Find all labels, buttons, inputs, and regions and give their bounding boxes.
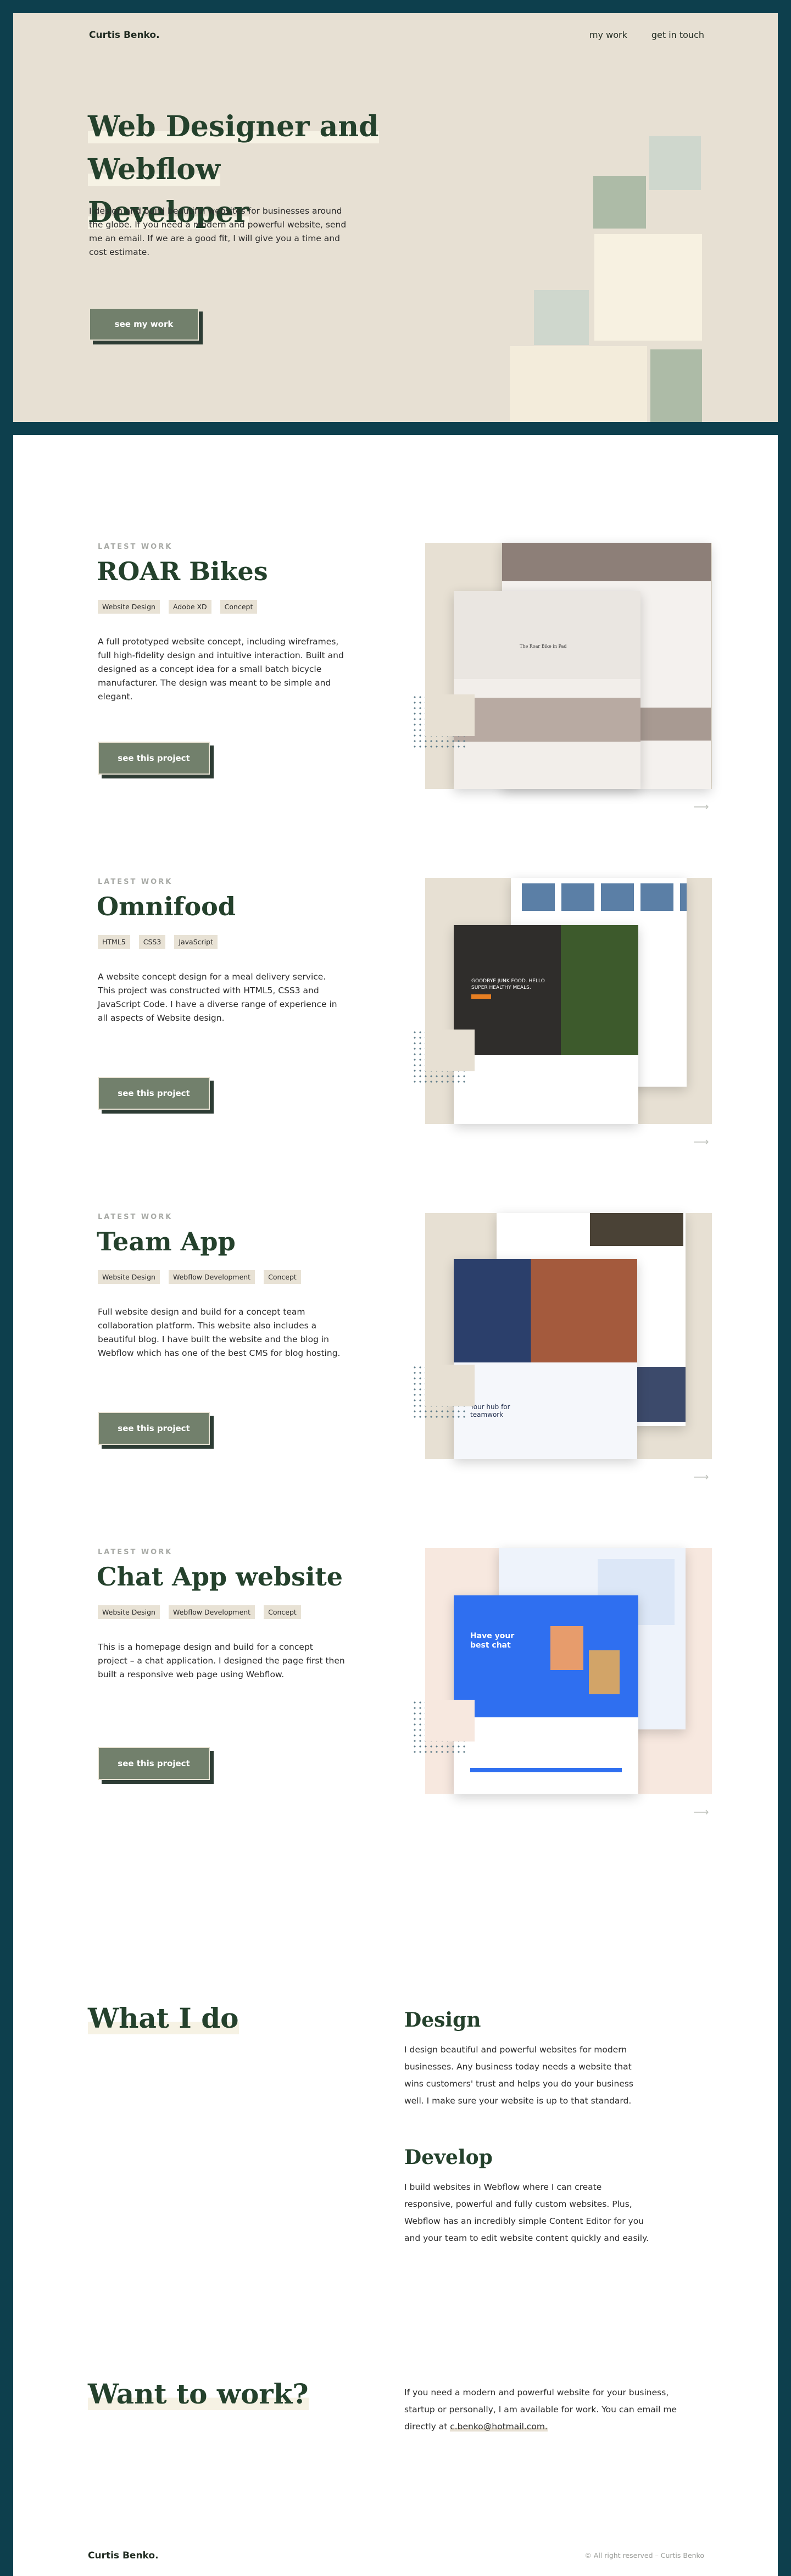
project-tags: Website Design Webflow Development Conce… (98, 1605, 301, 1619)
mockup-front-hero (454, 1259, 637, 1362)
nav-logo[interactable]: Curtis Benko. (89, 30, 160, 41)
dot-pattern-mask (425, 1700, 475, 1742)
hero-description: I design and build beautiful websites fo… (89, 206, 347, 257)
mockup-front: Your hub for teamwork (454, 1259, 637, 1459)
design-text: I design beautiful and powerful websites… (404, 2045, 634, 2106)
see-my-work-button[interactable]: see my work (89, 308, 199, 341)
mockup-front-caption: Your hub for teamwork (470, 1403, 510, 1418)
mockup-back-images (522, 883, 687, 911)
mockup-photo (550, 1626, 583, 1670)
hero-section: Curtis Benko. my work get in touch Web D… (13, 13, 778, 422)
see-this-project-button[interactable]: see this project (98, 1412, 210, 1445)
develop-text: I build websites in Webflow where I can … (404, 2182, 649, 2243)
project-tags: HTML5 CSS3 JavaScript (98, 935, 218, 949)
project-description: Full website design and build for a conc… (98, 1307, 341, 1358)
project-description: A website concept design for a meal deli… (98, 972, 337, 1023)
tag: Webflow Development (168, 1605, 255, 1619)
hero-block (650, 349, 702, 422)
footer-copyright: © All right reserved – Curtis Benko (584, 2551, 704, 2560)
nav-link-get-in-touch[interactable]: get in touch (651, 30, 704, 40)
mockup-front-band (454, 698, 640, 742)
email-link[interactable]: c.benko@hotmail.com. (450, 2422, 548, 2432)
project-title: Team App (97, 1227, 236, 1256)
tag: Website Design (98, 1270, 160, 1284)
project-title: ROAR Bikes (97, 557, 268, 586)
tag: Webflow Development (168, 1270, 255, 1284)
dot-pattern-mask (425, 1030, 475, 1071)
want-to-work-title: Want to work? (88, 2378, 309, 2410)
project-eyebrow: LATEST WORK (98, 543, 173, 551)
project-card-team-app: LATEST WORK Team App Website Design Webf… (13, 1213, 778, 1499)
tag: JavaScript (174, 935, 218, 949)
project-card-roar-bikes: LATEST WORK ROAR Bikes Website Design Ad… (13, 543, 778, 828)
page-frame: Curtis Benko. my work get in touch Web D… (13, 13, 778, 2576)
hero-block (594, 234, 702, 341)
footer-logo[interactable]: Curtis Benko. (88, 2550, 159, 2561)
contact-text: If you need a modern and powerful websit… (404, 2384, 701, 2435)
tag: Concept (220, 600, 258, 614)
arrow-right-icon[interactable]: ⟶ (693, 1135, 709, 1148)
hero-block (510, 346, 647, 422)
hero-block (593, 176, 646, 229)
mockup-front: The Roar Bike in Pad (454, 591, 640, 789)
tag: Website Design (98, 600, 160, 614)
what-i-do-title: What I do (88, 2002, 239, 2034)
hero-title-line1: Web Designer and Webflow (88, 110, 379, 186)
project-screenshot[interactable]: GOODBYE JUNK FOOD. HELLO SUPER HEALTHY M… (425, 878, 712, 1124)
see-this-project-button[interactable]: see this project (98, 742, 210, 775)
project-eyebrow: LATEST WORK (98, 1548, 173, 1556)
mockup-front-hero: The Roar Bike in Pad (454, 591, 640, 679)
tag: Concept (264, 1605, 301, 1619)
mockup-back-image (590, 1213, 683, 1246)
nav-link-my-work[interactable]: my work (589, 30, 627, 40)
project-eyebrow: LATEST WORK (98, 1213, 173, 1221)
main-nav: my work get in touch (589, 30, 704, 40)
arrow-right-icon[interactable]: ⟶ (693, 800, 709, 813)
project-tags: Website Design Webflow Development Conce… (98, 1270, 301, 1284)
design-title: Design (404, 2008, 481, 2032)
project-screenshot[interactable]: The Roar Bike in Pad (425, 543, 712, 789)
project-title: Omnifood (97, 892, 236, 921)
dot-pattern-mask (425, 694, 475, 736)
see-this-project-button[interactable]: see this project (98, 1077, 210, 1110)
arrow-right-icon[interactable]: ⟶ (693, 1470, 709, 1483)
hero-block (534, 290, 589, 345)
project-card-chat-app: LATEST WORK Chat App website Website Des… (13, 1548, 778, 1834)
mockup-back-header (502, 543, 711, 581)
tag: Website Design (98, 1605, 160, 1619)
mockup-bar (470, 1768, 622, 1772)
arrow-right-icon[interactable]: ⟶ (693, 1805, 709, 1818)
develop-title: Develop (404, 2146, 493, 2169)
see-this-project-button[interactable]: see this project (98, 1747, 210, 1780)
mockup-front-caption: GOODBYE JUNK FOOD. HELLO SUPER HEALTHY M… (471, 978, 545, 991)
hero-block (649, 136, 701, 190)
tag: HTML5 (98, 935, 130, 949)
mockup-front: GOODBYE JUNK FOOD. HELLO SUPER HEALTHY M… (454, 925, 638, 1124)
mockup-front-hero: GOODBYE JUNK FOOD. HELLO SUPER HEALTHY M… (454, 925, 638, 1055)
project-description: This is a homepage design and build for … (98, 1642, 345, 1679)
dot-pattern-mask (425, 1365, 475, 1406)
tag: Concept (264, 1270, 301, 1284)
mockup-front-caption: The Roar Bike in Pad (520, 644, 567, 649)
mockup-cta (471, 994, 491, 999)
project-title: Chat App website (97, 1562, 343, 1592)
work-section: LATEST WORK ROAR Bikes Website Design Ad… (13, 435, 778, 2576)
project-description: A full prototyped website concept, inclu… (98, 637, 344, 702)
tag: Adobe XD (168, 600, 211, 614)
mockup-photo (589, 1650, 620, 1694)
tag: CSS3 (138, 935, 166, 949)
project-tags: Website Design Adobe XD Concept (98, 600, 258, 614)
mockup-front-caption: Have your best chat (470, 1632, 515, 1650)
project-screenshot[interactable]: Have your best chat (425, 1548, 712, 1794)
mockup-front: Have your best chat (454, 1595, 638, 1794)
mockup-front-hero: Have your best chat (454, 1595, 638, 1717)
project-card-omnifood: LATEST WORK Omnifood HTML5 CSS3 JavaScri… (13, 878, 778, 1164)
project-screenshot[interactable]: Your hub for teamwork (425, 1213, 712, 1459)
project-eyebrow: LATEST WORK (98, 878, 173, 886)
